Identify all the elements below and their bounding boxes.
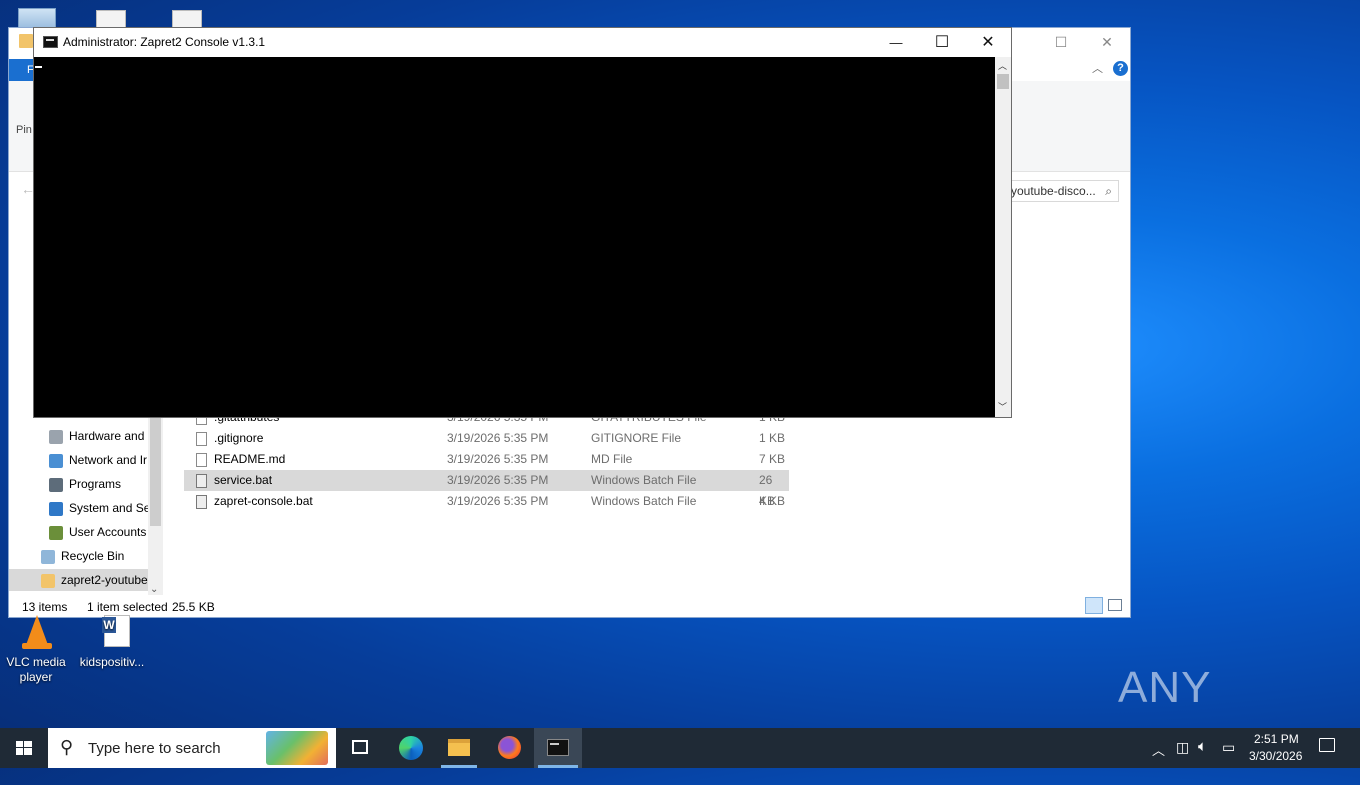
status-size: 25.5 KB: [172, 600, 215, 614]
nav-item-programs[interactable]: Programs: [49, 473, 155, 495]
console-titlebar[interactable]: Administrator: Zapret2 Console v1.3.1 — …: [34, 28, 1011, 57]
console-title: Administrator: Zapret2 Console v1.3.1: [63, 35, 266, 49]
console-window[interactable]: Administrator: Zapret2 Console v1.3.1 — …: [33, 27, 1012, 418]
explorer-titlebar-folder-icon: [19, 34, 33, 48]
console-scrollbar[interactable]: ︿ ﹀: [995, 57, 1011, 417]
search-box[interactable]: youtube-disco... ⌕: [1004, 180, 1119, 202]
desktop-icon-label: kidspositiv...: [79, 655, 145, 669]
desktop-icon-vlc[interactable]: VLC media player: [3, 613, 69, 685]
nav-item-users[interactable]: User Accounts: [49, 521, 155, 543]
clock-date[interactable]: 3/30/2026: [1249, 749, 1302, 763]
desktop-recycle-icon-partial[interactable]: [18, 8, 56, 28]
ribbon-collapse-chevron-icon[interactable]: ︿: [1092, 60, 1103, 76]
search-highlight-icon: [266, 731, 328, 765]
task-view-icon: [352, 740, 368, 754]
recycle-bin-icon: [41, 549, 55, 564]
details-view-icon[interactable]: [1085, 597, 1103, 614]
taskbar-edge[interactable]: [388, 728, 434, 768]
desktop-icon-word-doc[interactable]: W kidspositiv...: [79, 613, 145, 670]
windows-logo-icon: [16, 741, 32, 755]
firefox-icon: [498, 736, 521, 759]
nav-scroll-thumb[interactable]: [150, 418, 161, 526]
large-icons-view-icon[interactable]: [1108, 599, 1122, 611]
file-row-selected[interactable]: service.bat 3/19/2026 5:35 PM Windows Ba…: [184, 470, 789, 508]
nav-scroll-down-icon[interactable]: ⌄: [150, 584, 158, 595]
ribbon-pin-label[interactable]: Pin: [16, 124, 32, 136]
nav-item-zapret-folder[interactable]: zapret2-youtube: [9, 569, 155, 591]
tray-network-adapter-icon[interactable]: ◫: [1176, 739, 1189, 756]
tray-network-icon[interactable]: ▭: [1222, 739, 1235, 756]
nav-item-network[interactable]: Network and Ir: [49, 449, 155, 471]
tray-overflow-chevron-icon[interactable]: ︿: [1152, 740, 1165, 759]
nav-pane-scrollbar[interactable]: ⌄: [148, 418, 163, 595]
task-view-button[interactable]: [337, 728, 383, 768]
file-icon: [196, 432, 207, 446]
status-selected: 1 item selected: [87, 600, 168, 614]
word-document-icon: W: [92, 613, 132, 653]
edge-icon: [399, 736, 423, 760]
start-button[interactable]: [0, 728, 46, 768]
status-item-count: 13 items: [22, 600, 68, 614]
vlc-cone-icon: [16, 613, 56, 653]
programs-icon: [49, 477, 63, 492]
file-row[interactable]: .gitignore 3/19/2026 5:35 PM GITIGNORE F…: [184, 428, 789, 449]
file-row[interactable]: zapret-console.bat 3/19/2026 5:35 PM Win…: [184, 491, 789, 512]
taskbar: ⚲ Type here to search ︿ ◫ 🔈︎ ▭ 2:51 PM 3…: [0, 728, 1360, 768]
action-center-icon[interactable]: [1319, 738, 1335, 752]
console-scroll-down-icon[interactable]: ﹀: [998, 400, 1007, 413]
desktop-file-icon-partial-2[interactable]: [172, 10, 202, 28]
hardware-icon: [49, 429, 63, 444]
folder-icon: [41, 573, 55, 588]
tray-volume-icon[interactable]: 🔈︎: [1198, 738, 1207, 755]
search-value: youtube-disco...: [1011, 184, 1096, 198]
console-scroll-thumb[interactable]: [997, 74, 1009, 89]
batch-file-icon: [196, 495, 207, 509]
desktop-icon-label: VLC media player: [6, 655, 66, 684]
taskbar-console-active[interactable]: [534, 728, 582, 768]
file-icon: [196, 453, 207, 467]
system-icon: [49, 501, 63, 516]
taskbar-search-placeholder: Type here to search: [88, 740, 221, 757]
explorer-maximize-button[interactable]: ☐: [1050, 28, 1072, 56]
taskbar-search-box[interactable]: ⚲ Type here to search: [48, 728, 336, 768]
batch-file-icon: [196, 474, 207, 488]
file-row[interactable]: README.md 3/19/2026 5:35 PM MD File 7 KB: [184, 449, 789, 470]
taskbar-file-explorer[interactable]: [436, 728, 482, 768]
explorer-close-button[interactable]: ✕: [1094, 28, 1120, 56]
console-cursor: [35, 66, 42, 68]
cmd-icon: [43, 36, 58, 48]
nav-item-hardware[interactable]: Hardware and: [49, 425, 155, 447]
console-scroll-up-icon[interactable]: ︿: [998, 59, 1007, 72]
users-icon: [49, 525, 63, 540]
console-maximize-button[interactable]: ☐: [919, 28, 965, 57]
file-explorer-icon: [448, 739, 470, 756]
taskbar-firefox[interactable]: [486, 728, 532, 768]
nav-item-system[interactable]: System and Sec: [49, 497, 155, 519]
nav-item-recycle-bin[interactable]: Recycle Bin: [41, 545, 155, 567]
search-icon: ⌕: [1105, 184, 1112, 198]
clock-time[interactable]: 2:51 PM: [1254, 732, 1299, 746]
search-icon: ⚲: [60, 737, 74, 757]
desktop-file-icon-partial[interactable]: [96, 10, 126, 28]
help-icon[interactable]: ?: [1113, 61, 1128, 76]
console-minimize-button[interactable]: —: [873, 28, 919, 57]
console-output[interactable]: [34, 57, 995, 417]
cmd-taskbar-icon: [547, 739, 569, 756]
console-close-button[interactable]: ✕: [965, 28, 1011, 57]
network-icon: [49, 453, 63, 468]
anyrun-watermark: ANY RUN: [1118, 655, 1313, 777]
